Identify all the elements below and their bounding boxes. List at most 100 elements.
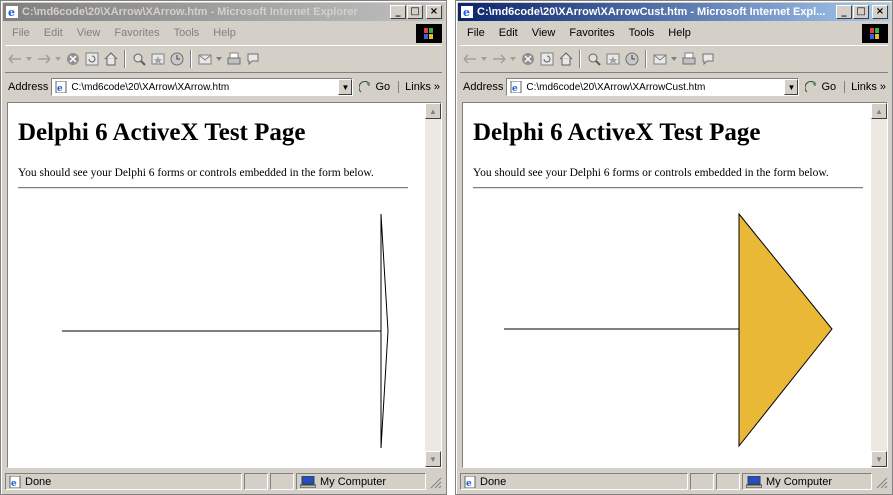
links-button[interactable]: Links » xyxy=(398,81,442,93)
forward-icon[interactable] xyxy=(491,52,506,67)
menu-view[interactable]: View xyxy=(70,27,108,39)
dropdown-arrow-icon[interactable] xyxy=(510,52,516,67)
minimize-button[interactable]: _ xyxy=(836,5,852,19)
window-title: C:\md6code\20\XArrow\XArrowCust.htm - Mi… xyxy=(477,6,826,18)
dropdown-arrow-icon[interactable] xyxy=(26,52,32,67)
go-button[interactable]: Go xyxy=(799,80,844,94)
dropdown-arrow-icon[interactable] xyxy=(671,52,677,67)
home-icon[interactable] xyxy=(558,52,573,67)
close-button[interactable]: × xyxy=(426,5,442,19)
vertical-scrollbar[interactable]: ▲ ▼ xyxy=(871,103,887,467)
menu-help[interactable]: Help xyxy=(206,27,243,39)
address-value: C:\md6code\20\XArrow\XArrowCust.htm xyxy=(526,81,706,93)
svg-text:e: e xyxy=(512,84,518,93)
scroll-down-button[interactable]: ▼ xyxy=(871,451,887,467)
status-bar: e Done My Computer xyxy=(460,472,888,491)
go-arrow-icon xyxy=(359,81,371,93)
toolbar-separator xyxy=(579,50,580,68)
scroll-up-button[interactable]: ▲ xyxy=(425,103,441,119)
stop-icon[interactable] xyxy=(65,52,80,67)
menu-tools[interactable]: Tools xyxy=(167,27,207,39)
resize-grip-icon[interactable] xyxy=(874,475,888,489)
discuss-icon[interactable] xyxy=(245,52,260,67)
discuss-icon[interactable] xyxy=(700,52,715,67)
menu-bar: File Edit View Favorites Tools Help xyxy=(5,24,442,42)
search-icon[interactable] xyxy=(586,52,601,67)
address-value: C:\md6code\20\XArrow\XArrow.htm xyxy=(71,81,230,93)
title-bar[interactable]: e C:\md6code\20\XArrow\XArrowCust.htm - … xyxy=(458,3,890,21)
menu-tools[interactable]: Tools xyxy=(622,27,662,39)
print-icon[interactable] xyxy=(681,52,696,67)
stop-icon[interactable] xyxy=(520,52,535,67)
links-button[interactable]: Links » xyxy=(844,81,888,93)
ie-logo-icon: e xyxy=(6,6,18,19)
back-icon[interactable] xyxy=(7,52,22,67)
favorites-icon[interactable] xyxy=(605,52,620,67)
refresh-icon[interactable] xyxy=(539,52,554,67)
status-pane-empty xyxy=(244,473,268,490)
menu-favorites[interactable]: Favorites xyxy=(562,27,621,39)
ie-window-xarrow[interactable]: e C:\md6code\20\XArrow\XArrow.htm - Micr… xyxy=(0,0,447,495)
page-icon: e xyxy=(510,81,522,93)
history-icon[interactable] xyxy=(624,52,639,67)
arrow-head xyxy=(738,212,833,448)
mail-icon[interactable] xyxy=(197,52,212,67)
menu-edit[interactable]: Edit xyxy=(492,27,525,39)
forward-icon[interactable] xyxy=(36,52,51,67)
maximize-button[interactable]: □ xyxy=(853,5,869,19)
address-input[interactable]: e C:\md6code\20\XArrow\XArrowCust.htm ▼ xyxy=(506,78,800,96)
menu-file[interactable]: File xyxy=(5,27,37,39)
address-bar: Address e C:\md6code\20\XArrow\XArrowCus… xyxy=(460,76,888,98)
go-label: Go xyxy=(375,81,391,93)
arrow-activex-control[interactable] xyxy=(463,103,873,468)
window-title: C:\md6code\20\XArrow\XArrow.htm - Micros… xyxy=(22,6,358,18)
svg-text:e: e xyxy=(466,479,472,488)
title-bar[interactable]: e C:\md6code\20\XArrow\XArrow.htm - Micr… xyxy=(3,3,444,21)
address-label: Address xyxy=(8,81,49,93)
address-label: Address xyxy=(463,81,504,93)
menu-file[interactable]: File xyxy=(460,27,492,39)
dropdown-arrow-icon[interactable] xyxy=(55,52,61,67)
address-input[interactable]: e C:\md6code\20\XArrow\XArrow.htm ▼ xyxy=(51,78,354,96)
menu-favorites[interactable]: Favorites xyxy=(107,27,166,39)
status-pane: e Done xyxy=(460,473,688,490)
home-icon[interactable] xyxy=(103,52,118,67)
search-icon[interactable] xyxy=(131,52,146,67)
status-pane: e Done xyxy=(5,473,242,490)
resize-grip-icon[interactable] xyxy=(428,475,442,489)
favorites-icon[interactable] xyxy=(150,52,165,67)
go-button[interactable]: Go xyxy=(353,80,398,94)
history-icon[interactable] xyxy=(169,52,184,67)
dropdown-arrow-icon[interactable] xyxy=(481,52,487,67)
svg-text:e: e xyxy=(11,479,17,488)
menu-view[interactable]: View xyxy=(525,27,563,39)
mail-icon[interactable] xyxy=(652,52,667,67)
status-pane-empty xyxy=(716,473,740,490)
close-button[interactable]: × xyxy=(872,5,888,19)
scroll-down-button[interactable]: ▼ xyxy=(425,451,441,467)
address-dropdown-button[interactable]: ▼ xyxy=(784,79,799,95)
dropdown-arrow-icon[interactable] xyxy=(216,52,222,67)
maximize-button[interactable]: □ xyxy=(407,5,423,19)
menu-help[interactable]: Help xyxy=(661,27,698,39)
page-viewport[interactable]: Delphi 6 ActiveX Test Page You should se… xyxy=(462,102,888,468)
refresh-icon[interactable] xyxy=(84,52,99,67)
address-dropdown-button[interactable]: ▼ xyxy=(338,79,353,95)
ie-window-xarrowcust[interactable]: e C:\md6code\20\XArrow\XArrowCust.htm - … xyxy=(455,0,893,495)
scroll-up-button[interactable]: ▲ xyxy=(871,103,887,119)
windows-logo-icon xyxy=(416,24,442,43)
print-icon[interactable] xyxy=(226,52,241,67)
zone-text: My Computer xyxy=(766,475,833,488)
svg-text:e: e xyxy=(463,6,470,19)
standard-toolbar xyxy=(5,45,442,73)
svg-text:e: e xyxy=(8,6,15,19)
zone-text: My Computer xyxy=(320,475,387,488)
vertical-scrollbar[interactable]: ▲ ▼ xyxy=(425,103,441,467)
go-label: Go xyxy=(821,81,837,93)
arrow-activex-control[interactable] xyxy=(8,103,430,468)
back-icon[interactable] xyxy=(462,52,477,67)
status-text: Done xyxy=(25,475,52,488)
minimize-button[interactable]: _ xyxy=(390,5,406,19)
page-viewport[interactable]: Delphi 6 ActiveX Test Page You should se… xyxy=(7,102,442,468)
menu-edit[interactable]: Edit xyxy=(37,27,70,39)
